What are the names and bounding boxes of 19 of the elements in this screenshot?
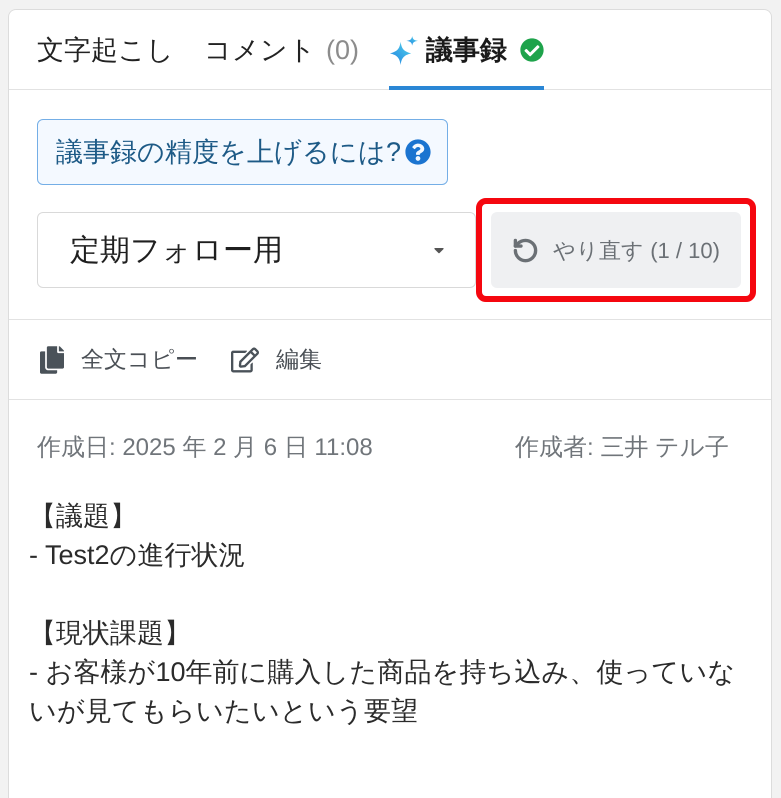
help-icon (405, 139, 432, 165)
section-heading: 【議題】 (29, 500, 137, 533)
hint-button[interactable]: 議事録の精度を上げるには? (37, 119, 448, 185)
copy-icon (40, 346, 64, 374)
undo-icon (512, 236, 540, 264)
redo-button[interactable]: やり直す (1 / 10) (491, 212, 741, 288)
tab[interactable]: 文字起こし (37, 10, 174, 90)
sparkle-icon (389, 36, 418, 64)
section-heading: 【現状課題】 (29, 617, 191, 650)
minutes-item: - Test2の進行状況 (29, 539, 247, 572)
minutes-item: - お客様が10年前に購入した商品を持ち込み、使っていないが見てもらいたいという要望 (29, 656, 737, 728)
tab[interactable]: コメント (0) (204, 10, 359, 90)
template-select[interactable]: 定期フォロー用 (37, 212, 476, 288)
copy-all-button[interactable]: 全文コピー (40, 342, 198, 377)
edit-button[interactable]: 編集 (231, 342, 322, 377)
created-date: 作成日: 2025 年 2 月 6 日 11:08 (37, 433, 373, 463)
author-name: 作成者: 三井 テル子 (514, 433, 729, 463)
edit-icon (231, 346, 259, 372)
tab[interactable]: 議事録 (389, 10, 544, 90)
